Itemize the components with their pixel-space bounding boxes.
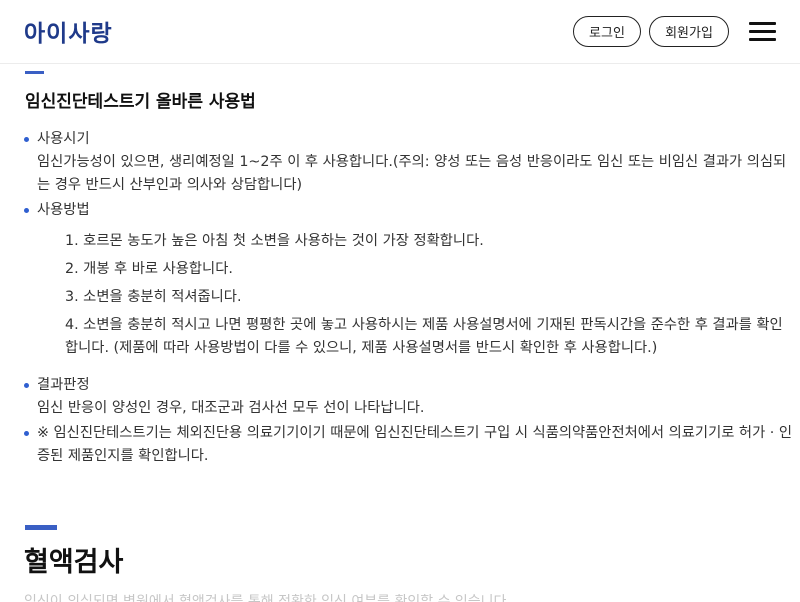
section-title: 임신진단테스트기 올바른 사용법	[25, 92, 256, 112]
usage-steps-list: 1. 호르몬 농도가 높은 아침 첫 소변을 사용하는 것이 가장 정확합니다.…	[37, 230, 794, 360]
note-text: ※ 임신진단테스트기는 체외진단용 의료기기이기 때문에 임신진단테스트기 구입…	[37, 425, 793, 464]
next-section-accent-bar	[25, 525, 57, 530]
next-section-title: 혈액검사	[24, 547, 124, 578]
bullet-dot-icon	[24, 208, 29, 213]
result-item: 결과판정 임신 반응이 양성인 경우, 대조군과 검사선 모두 선이 나타납니다…	[24, 374, 794, 420]
result-heading: 결과판정	[37, 377, 90, 393]
usage-time-item: 사용시기 임신가능성이 있으면, 생리예정일 1~2주 이 후 사용합니다.(주…	[24, 128, 794, 197]
usage-step: 2. 개봉 후 바로 사용합니다.	[65, 261, 233, 277]
bullet-dot-icon	[24, 431, 29, 436]
bullet-dot-icon	[24, 383, 29, 388]
login-button[interactable]: 로그인	[573, 16, 641, 47]
result-text: 임신 반응이 양성인 경우, 대조군과 검사선 모두 선이 나타납니다.	[37, 400, 425, 416]
usage-time-heading: 사용시기	[37, 131, 90, 147]
next-section-intro-text: 임신이 의심되면 병원에서 혈액검사를 통해 정확한 임신 여부를 확인할 수 …	[24, 594, 511, 602]
usage-method-item: 사용방법 1. 호르몬 농도가 높은 아침 첫 소변을 사용하는 것이 가장 정…	[24, 199, 794, 360]
usage-time-text: 임신가능성이 있으면, 생리예정일 1~2주 이 후 사용합니다.(주의: 양성…	[37, 154, 787, 193]
note-item: ※ 임신진단테스트기는 체외진단용 의료기기이기 때문에 임신진단테스트기 구입…	[24, 422, 794, 468]
site-logo[interactable]: 아이사랑	[24, 14, 113, 48]
section-accent-bar	[25, 71, 44, 74]
usage-step: 3. 소변을 충분히 적셔줍니다.	[65, 289, 242, 305]
signup-button[interactable]: 회원가입	[649, 16, 729, 47]
usage-guide-content: 사용시기 임신가능성이 있으면, 생리예정일 1~2주 이 후 사용합니다.(주…	[24, 128, 794, 468]
usage-step: 1. 호르몬 농도가 높은 아침 첫 소변을 사용하는 것이 가장 정확합니다.	[65, 233, 484, 249]
hamburger-menu-icon[interactable]	[749, 22, 776, 42]
usage-step: 4. 소변을 충분히 적시고 나면 평평한 곳에 놓고 사용하시는 제품 사용설…	[65, 317, 783, 356]
bullet-dot-icon	[24, 137, 29, 142]
usage-method-heading: 사용방법	[37, 202, 90, 218]
site-header: 아이사랑 로그인 회원가입	[0, 0, 800, 64]
